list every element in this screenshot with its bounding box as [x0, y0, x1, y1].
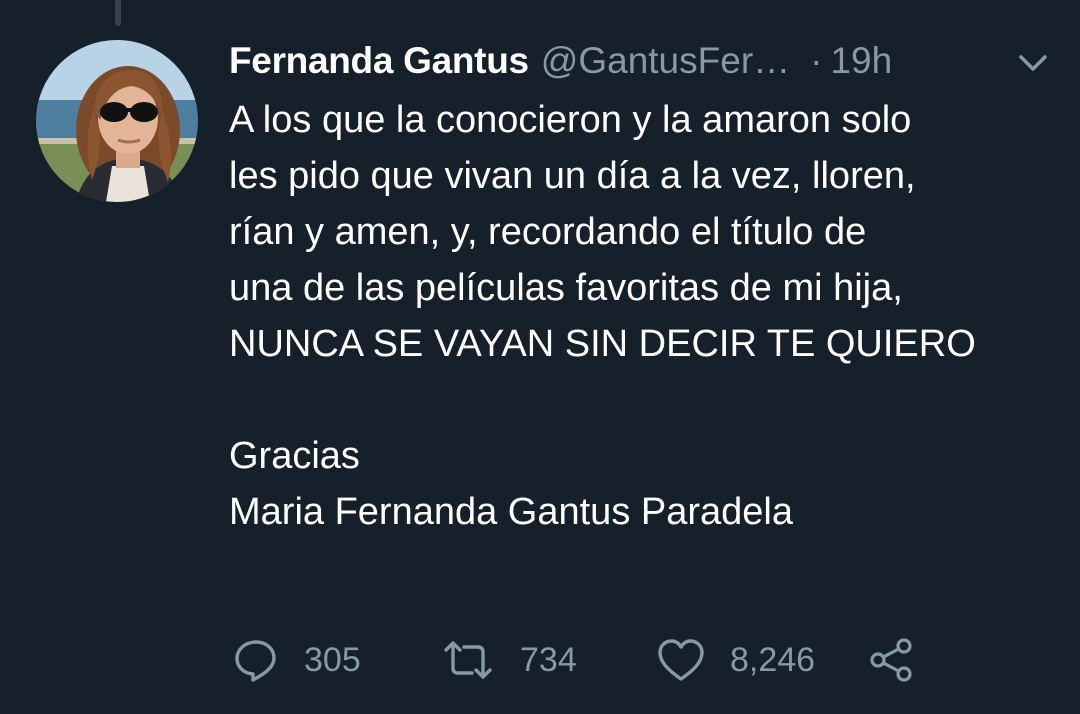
like-count: 8,246: [730, 640, 816, 679]
tweet-text-line: NUNCA SE VAYAN SIN DECIR TE QUIERO: [229, 323, 976, 365]
chevron-down-icon[interactable]: [1016, 50, 1050, 76]
like-button[interactable]: 8,246: [656, 637, 868, 683]
tweet-text: A los que la conocieron y la amaron solo…: [229, 92, 1059, 540]
retweet-icon: [440, 636, 496, 684]
avatar[interactable]: [36, 40, 198, 202]
heart-icon: [656, 637, 706, 683]
separator-dot: ·: [810, 40, 823, 81]
tweet-text-line: rían y amen, y, recordando el título de: [229, 211, 867, 253]
share-button[interactable]: [868, 636, 916, 684]
retweet-count: 734: [520, 640, 577, 679]
tweet-time[interactable]: 19h: [830, 40, 892, 82]
reply-button[interactable]: 305: [232, 636, 440, 684]
reply-icon: [232, 636, 280, 684]
tweet-actions: 305 734 8,246: [232, 630, 916, 690]
display-name[interactable]: Fernanda Gantus: [229, 40, 529, 82]
reply-count: 305: [304, 640, 361, 679]
user-handle[interactable]: @GantusFer…: [541, 40, 790, 82]
thread-connector-line: [115, 0, 121, 26]
tweet-text-line: A los que la conocieron y la amaron solo: [229, 99, 912, 141]
tweet-closing-line: Gracias: [229, 435, 360, 477]
share-icon: [868, 636, 916, 684]
avatar-image: [36, 40, 198, 202]
tweet-closing-line: Maria Fernanda Gantus Paradela: [229, 491, 793, 533]
tweet-header: Fernanda Gantus @GantusFer… · 19h: [229, 36, 1050, 86]
tweet-text-line: una de las películas favoritas de mi hij…: [229, 267, 903, 309]
tweet-text-line: les pido que vivan un día a la vez, llor…: [229, 155, 916, 197]
retweet-button[interactable]: 734: [440, 636, 656, 684]
